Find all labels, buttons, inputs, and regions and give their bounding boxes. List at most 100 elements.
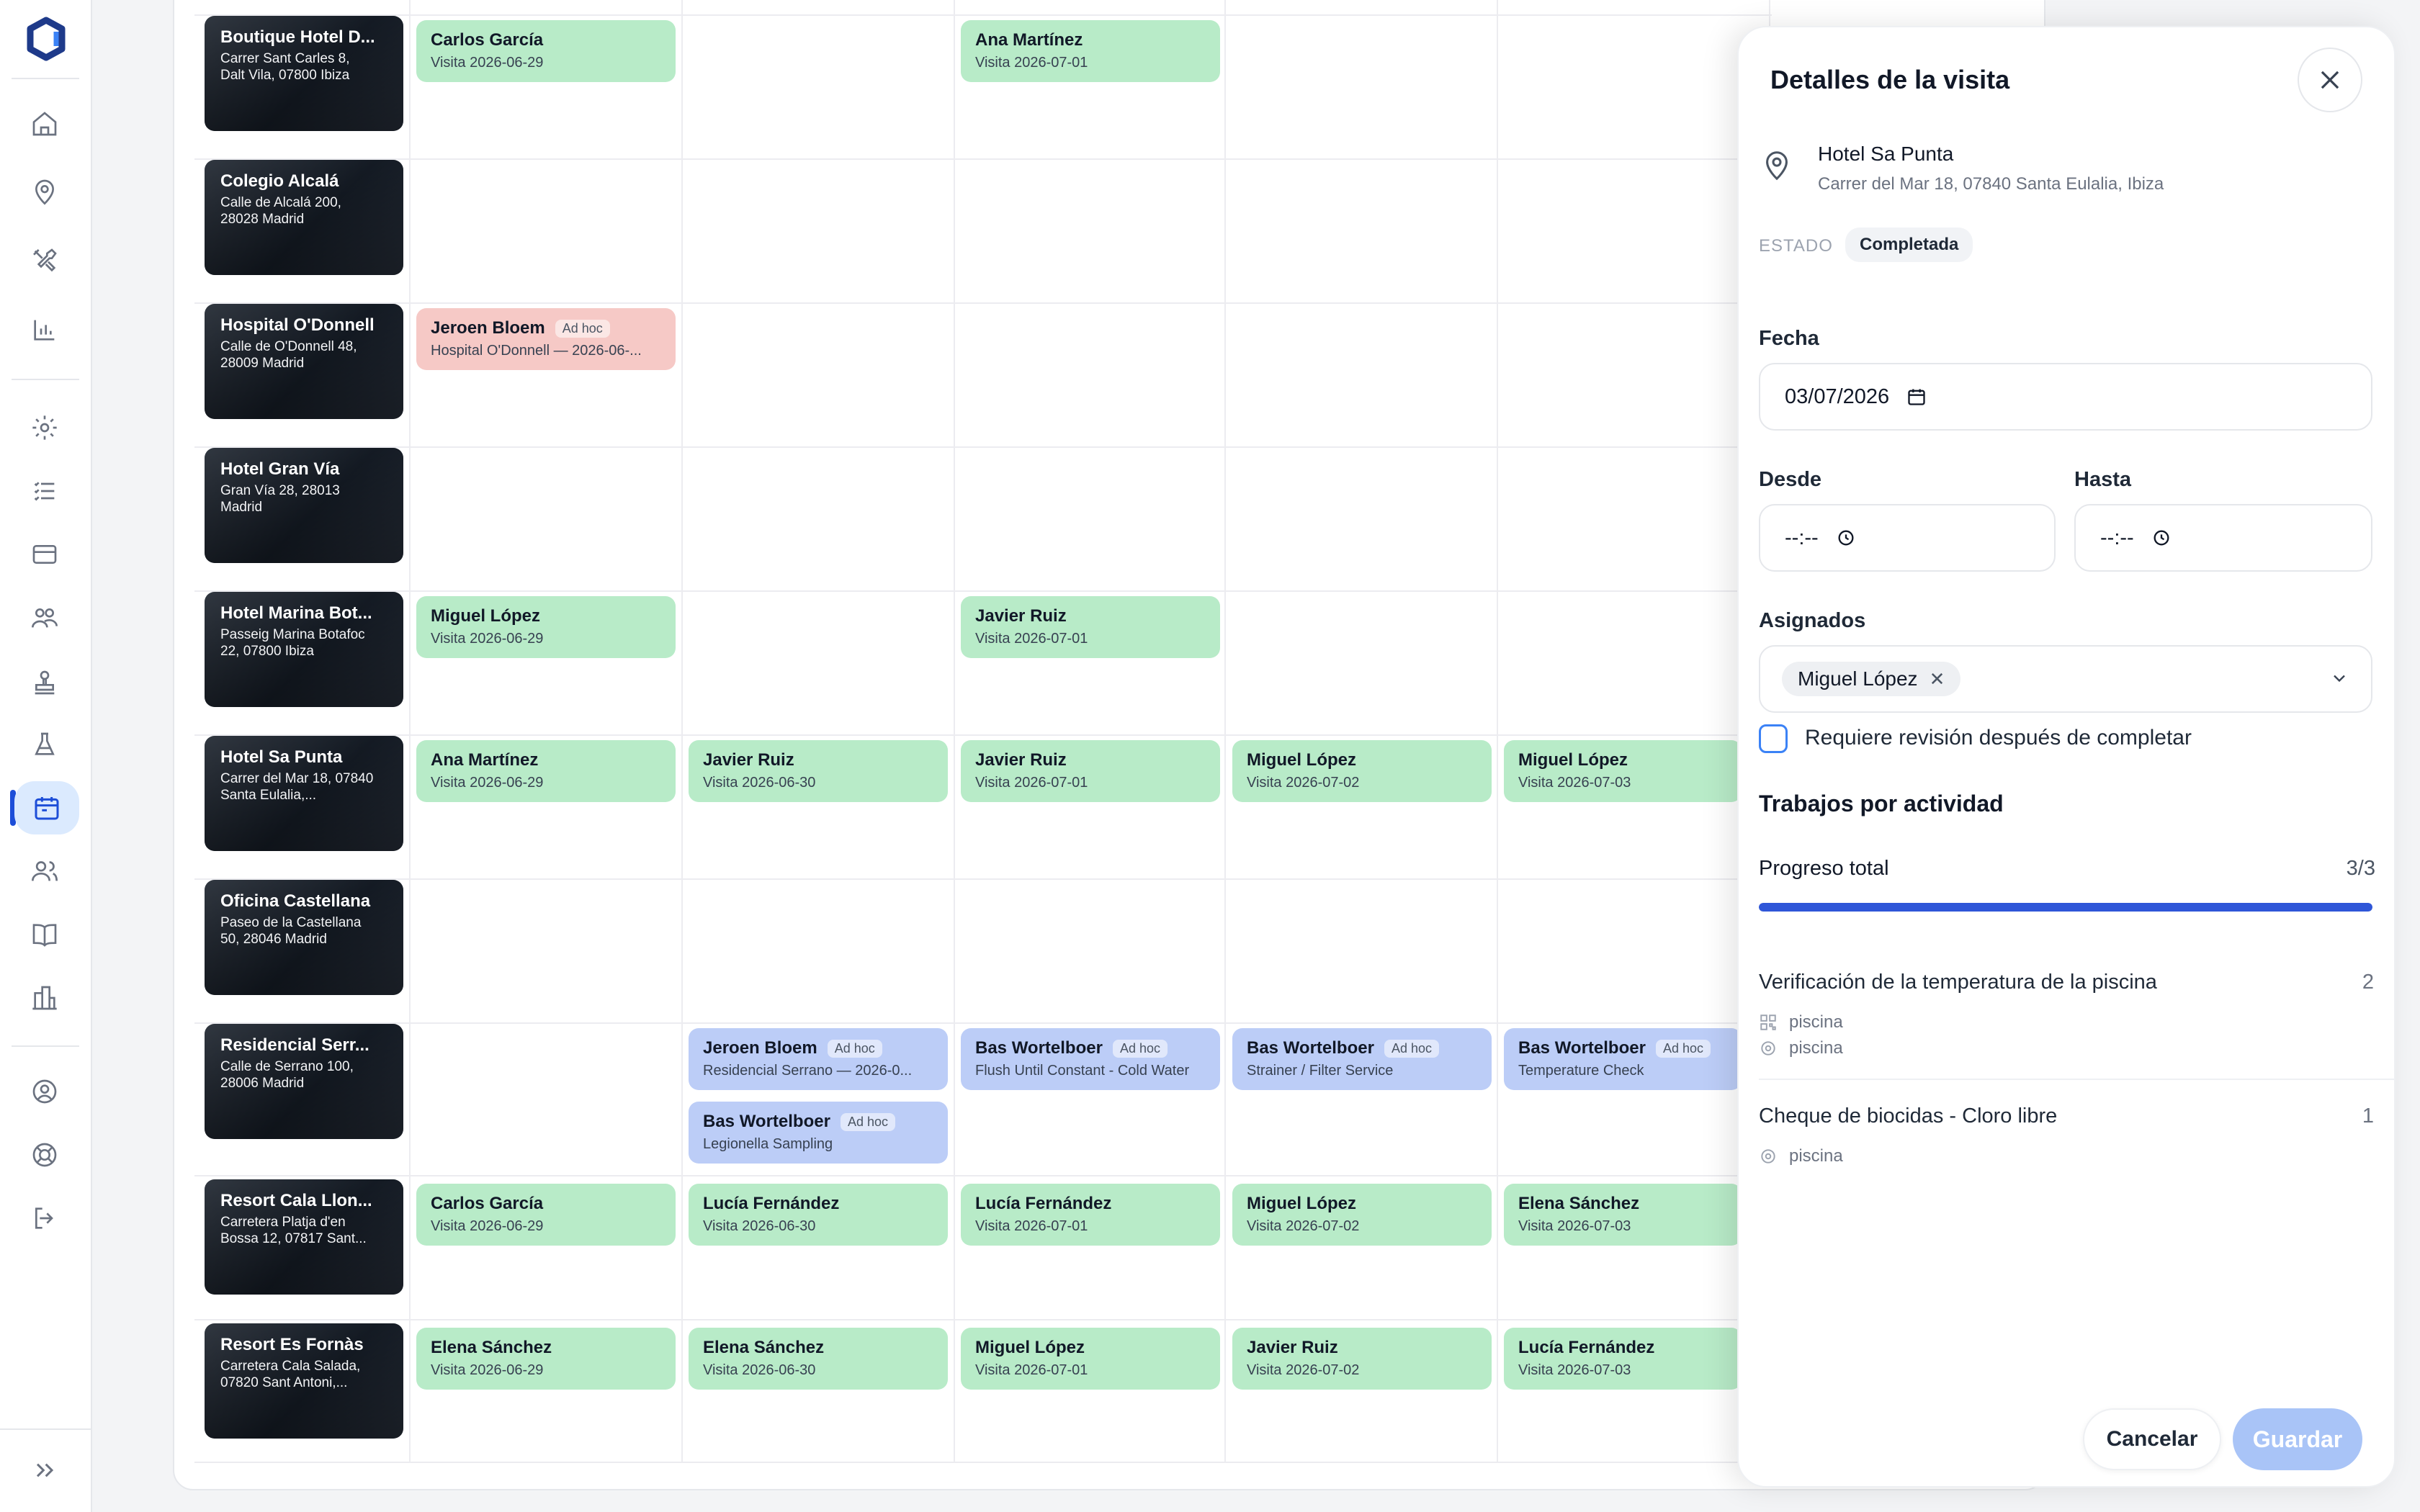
location-card[interactable]: Residencial Serr... Calle de Serrano 100,…	[205, 1024, 403, 1139]
visit-card[interactable]: Elena Sánchez Visita 2026-07-03	[1504, 1184, 1742, 1246]
visit-subtitle: Strainer / Filter Service	[1247, 1063, 1394, 1079]
visit-card[interactable]: Carlos García Visita 2026-06-29	[416, 1184, 676, 1246]
visit-assignee-name: Bas Wortelboer	[975, 1038, 1103, 1058]
activity-item[interactable]: Verificación de la temperatura de la pis…	[1759, 971, 2396, 1079]
visit-card[interactable]: Bas Wortelboer Ad hoc Legionella Sampling	[689, 1102, 948, 1164]
close-button[interactable]	[2298, 48, 2362, 112]
location-card[interactable]: Colegio Alcalá Calle de Alcalá 200, 28028…	[205, 160, 403, 275]
tools-icon[interactable]	[23, 239, 66, 282]
visit-subtitle: Visita 2026-07-03	[1518, 1218, 1631, 1234]
bar-chart-icon[interactable]	[23, 308, 66, 351]
location-name: Resort Es Fornàs	[220, 1335, 364, 1354]
visit-card[interactable]: Bas Wortelboer Ad hoc Strainer / Filter Se…	[1232, 1028, 1492, 1090]
gear-icon[interactable]	[23, 406, 66, 449]
visit-card[interactable]: Javier Ruiz Visita 2026-07-02	[1232, 1328, 1492, 1390]
cancel-button[interactable]: Cancelar	[2083, 1408, 2221, 1470]
location-address: Calle de Alcalá 200, 28028 Madrid	[220, 195, 341, 227]
sidebar-divider	[12, 78, 79, 79]
column-divider	[409, 0, 411, 1462]
date-field[interactable]: 03/07/2026	[1759, 363, 2372, 431]
location-name: Boutique Hotel D...	[220, 27, 375, 47]
activity-count: 1	[2362, 1104, 2374, 1128]
visit-card[interactable]: Jeroen Bloem Ad hoc Residencial Serrano — …	[689, 1028, 948, 1090]
location-address: Carretera Platja d'en Bossa 12, 07817 Sa…	[220, 1215, 367, 1246]
location-name: Hospital O'Donnell	[220, 315, 375, 335]
date-value: 03/07/2026	[1785, 384, 1890, 408]
checklist-icon[interactable]	[23, 469, 66, 513]
visit-card[interactable]: Miguel López Visita 2026-07-01	[961, 1328, 1220, 1390]
app-logo-icon[interactable]	[23, 16, 69, 62]
visit-card[interactable]: Elena Sánchez Visita 2026-06-30	[689, 1328, 948, 1390]
review-checkbox[interactable]	[1759, 724, 1788, 753]
clock-icon[interactable]	[2151, 528, 2172, 548]
visit-assignee: Jeroen Bloem Ad hoc	[703, 1038, 933, 1058]
progress-value: 3/3	[2346, 857, 2375, 880]
location-card[interactable]: Hotel Gran Vía Gran Vía 28, 28013 Madrid	[205, 448, 403, 563]
home-icon[interactable]	[23, 102, 66, 145]
visit-card[interactable]: Miguel López Visita 2026-07-03	[1504, 740, 1742, 802]
expand-icon[interactable]	[23, 1449, 66, 1492]
visit-card[interactable]: Carlos García Visita 2026-06-29	[416, 20, 676, 82]
location-pin-icon	[1766, 151, 1788, 181]
credit-card-icon[interactable]	[23, 533, 66, 576]
map-pin-icon[interactable]	[23, 170, 66, 213]
clock-icon[interactable]	[1836, 528, 1856, 548]
calendar-icon[interactable]	[14, 781, 79, 834]
location-card[interactable]: Boutique Hotel D... Carrer Sant Carles 8,…	[205, 16, 403, 131]
visit-assignee: Lucía Fernández	[975, 1194, 1206, 1214]
activity-item[interactable]: Cheque de biocidas - Cloro libre 1 pisci…	[1759, 1104, 2396, 1176]
account-icon[interactable]	[23, 1070, 66, 1113]
visit-card[interactable]: Jeroen Bloem Ad hoc Hospital O'Donnell — 2…	[416, 308, 676, 370]
visit-card[interactable]: Ana Martínez Visita 2026-06-29	[416, 740, 676, 802]
location-card[interactable]: Hotel Sa Punta Carrer del Mar 18, 07840 S…	[205, 736, 403, 851]
location-card[interactable]: Resort Es Fornàs Carretera Cala Salada, 0…	[205, 1323, 403, 1439]
visit-card[interactable]: Javier Ruiz Visita 2026-06-30	[689, 740, 948, 802]
from-time-field[interactable]: --:--	[1759, 504, 2056, 572]
visit-card[interactable]: Miguel López Visita 2026-06-29	[416, 596, 676, 658]
location-name: Hotel Sa Punta	[220, 747, 343, 767]
status-badge: Completada	[1845, 228, 1973, 262]
visit-card[interactable]: Bas Wortelboer Ad hoc Flush Until Constant…	[961, 1028, 1220, 1090]
location-card[interactable]: Oficina Castellana Paseo de la Castellana…	[205, 880, 403, 995]
save-button[interactable]: Guardar	[2233, 1408, 2362, 1470]
visit-assignee-name: Javier Ruiz	[975, 606, 1067, 626]
visit-card[interactable]: Lucía Fernández Visita 2026-07-03	[1504, 1328, 1742, 1390]
row-divider	[194, 446, 1772, 448]
stamp-icon[interactable]	[23, 661, 66, 704]
team-icon[interactable]	[23, 596, 66, 639]
visit-assignee: Javier Ruiz	[975, 606, 1206, 626]
visit-subtitle: Visita 2026-06-30	[703, 775, 816, 791]
users-icon[interactable]	[23, 850, 66, 893]
location-name: Residencial Serr...	[220, 1035, 369, 1055]
calendar-picker-icon[interactable]	[1906, 387, 1927, 407]
visit-subtitle: Visita 2026-06-29	[431, 55, 544, 71]
visit-assignee-name: Miguel López	[975, 1338, 1085, 1357]
visit-assignee: Bas Wortelboer Ad hoc	[703, 1112, 933, 1132]
to-time-field[interactable]: --:--	[2074, 504, 2372, 572]
visit-card[interactable]: Miguel López Visita 2026-07-02	[1232, 1184, 1492, 1246]
visit-card[interactable]: Elena Sánchez Visita 2026-06-29	[416, 1328, 676, 1390]
assignees-select[interactable]: Miguel López ✕	[1759, 645, 2372, 713]
location-name: Hotel Marina Bot...	[220, 603, 372, 623]
flask-icon[interactable]	[23, 723, 66, 766]
visit-card[interactable]: Ana Martínez Visita 2026-07-01	[961, 20, 1220, 82]
buildings-icon[interactable]	[23, 976, 66, 1020]
support-icon[interactable]	[23, 1133, 66, 1176]
visit-card[interactable]: Javier Ruiz Visita 2026-07-01	[961, 740, 1220, 802]
location-card[interactable]: Hotel Marina Bot... Passeig Marina Botafo…	[205, 592, 403, 707]
sidebar-divider	[0, 1428, 92, 1430]
remove-assignee-icon[interactable]: ✕	[1930, 668, 1945, 690]
visit-card[interactable]: Javier Ruiz Visita 2026-07-01	[961, 596, 1220, 658]
visit-assignee-name: Elena Sánchez	[703, 1338, 825, 1357]
visit-card[interactable]: Miguel López Visita 2026-07-02	[1232, 740, 1492, 802]
logout-icon[interactable]	[23, 1197, 66, 1240]
visit-card[interactable]: Lucía Fernández Visita 2026-07-01	[961, 1184, 1220, 1246]
visit-card[interactable]: Lucía Fernández Visita 2026-06-30	[689, 1184, 948, 1246]
location-card[interactable]: Hospital O'Donnell Calle de O'Donnell 48,…	[205, 304, 403, 419]
visit-card[interactable]: Bas Wortelboer Ad hoc Temperature Check	[1504, 1028, 1742, 1090]
book-icon[interactable]	[23, 913, 66, 956]
chevron-down-icon[interactable]	[2329, 668, 2349, 688]
location-card[interactable]: Resort Cala Llon... Carretera Platja d'en…	[205, 1179, 403, 1295]
visit-subtitle: Visita 2026-07-01	[975, 1362, 1088, 1378]
progress-label: Progreso total	[1759, 857, 1889, 880]
